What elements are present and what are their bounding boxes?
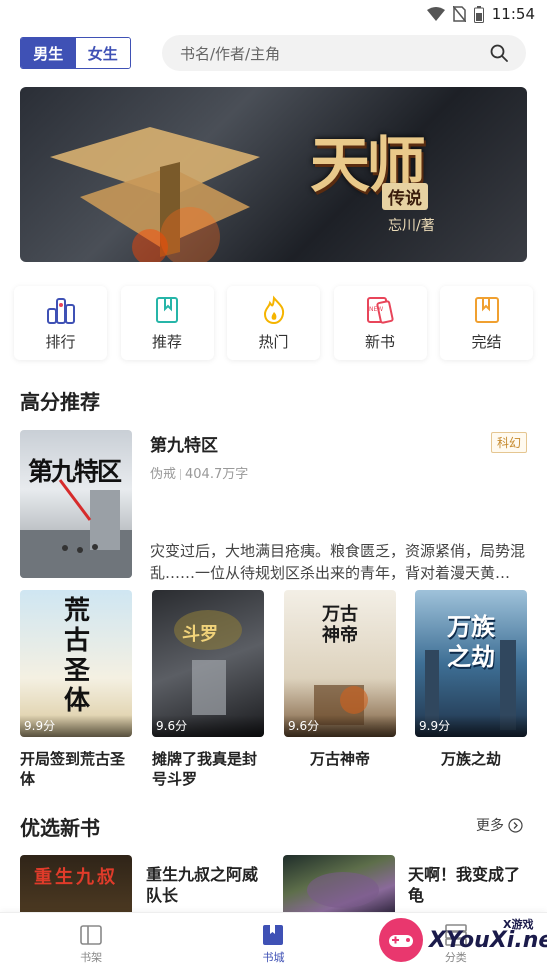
more-label: 更多 — [476, 818, 504, 834]
search-icon[interactable] — [490, 44, 508, 62]
battery-icon — [473, 5, 484, 23]
book-score: 9.6分 — [152, 715, 264, 737]
bookshelf-icon — [80, 924, 102, 945]
book-cover[interactable]: 荒古圣体 9.9分 — [20, 590, 132, 737]
book-cover[interactable]: 斗罗 9.6分 — [152, 590, 264, 737]
featured-book-description: 灾变过后，大地满目疮痍。粮食匮乏，资源紧俏，局势混乱……一位从待规划区杀出来的青… — [150, 542, 526, 582]
new-book-cover[interactable] — [283, 855, 395, 915]
nav-hot[interactable]: 热门 — [227, 286, 320, 360]
book-card[interactable]: 斗罗 9.6分 摊牌了我真是封号斗罗 — [152, 590, 264, 789]
book-card[interactable]: 荒古圣体 9.9分 开局签到荒古圣体 — [20, 590, 132, 789]
search-input[interactable]: 书名/作者/主角 — [162, 35, 526, 71]
new-book-cover-art — [307, 872, 379, 908]
finished-book-icon — [474, 296, 499, 323]
nav-ranking[interactable]: 排行 — [14, 286, 107, 360]
more-link[interactable]: 更多 — [476, 815, 523, 835]
banner-subtitle: 传说 — [382, 183, 428, 210]
featured-word-count: 404.7万字 — [185, 467, 249, 482]
book-card[interactable]: 万族之劫 9.9分 万族之劫 — [415, 590, 527, 769]
new-book-title[interactable]: 重生九叔之阿威队长 — [146, 864, 266, 906]
search-placeholder: 书名/作者/主角 — [180, 44, 281, 63]
book-title[interactable]: 摊牌了我真是封号斗罗 — [152, 749, 264, 789]
book-title[interactable]: 万族之劫 — [415, 749, 527, 769]
nav-finished[interactable]: 完结 — [440, 286, 533, 360]
chevron-right-icon — [508, 817, 523, 833]
bookmark-icon — [156, 296, 178, 323]
nav-finished-label: 完结 — [471, 332, 502, 351]
watermark-text: XYouXi.net — [429, 928, 547, 953]
new-book-cover-title: 重生九叔 — [34, 867, 118, 888]
status-time: 11:54 — [491, 5, 535, 23]
gamepad-logo-icon — [379, 918, 423, 962]
bookstore-icon — [263, 924, 284, 945]
new-book-cover[interactable]: 重生九叔 — [20, 855, 132, 915]
banner-author: 忘川/著 — [388, 218, 435, 234]
nav-ranking-label: 排行 — [45, 332, 76, 351]
nav-new[interactable]: NEW 新书 — [333, 286, 427, 360]
tab-bookshelf[interactable]: 书架 — [0, 913, 182, 974]
book-cover-title: 斗罗 — [182, 624, 218, 645]
book-title[interactable]: 万古神帝 — [284, 749, 396, 769]
nav-recommend[interactable]: 推荐 — [120, 286, 214, 360]
new-book-title[interactable]: 天啊！我变成了龟 — [408, 864, 533, 906]
quick-nav: 排行 推荐 热门 NEW 新书 完结 — [14, 286, 533, 362]
no-sim-icon — [452, 6, 466, 22]
new-book-icon: NEW — [367, 296, 394, 324]
book-score: 9.9分 — [415, 715, 527, 737]
featured-author: 伪戒 — [150, 467, 177, 482]
banner-carousel[interactable]: 天师 传说 忘川/著 — [20, 87, 527, 262]
book-cover[interactable]: 万族之劫 9.9分 — [415, 590, 527, 737]
tab-bookstore-label: 书城 — [262, 950, 285, 964]
banner-book-illustration — [50, 127, 260, 262]
tab-male[interactable]: 男生 — [21, 38, 76, 68]
tab-female[interactable]: 女生 — [75, 38, 130, 68]
status-icons: 11:54 — [426, 5, 535, 23]
nav-recommend-label: 推荐 — [151, 332, 182, 351]
tab-bookshelf-label: 书架 — [80, 950, 103, 964]
book-score: 9.9分 — [20, 715, 132, 737]
featured-book-title[interactable]: 第九特区 — [150, 431, 218, 456]
book-cover-title: 万族之劫 — [447, 613, 495, 671]
section-title-high-score: 高分推荐 — [20, 390, 100, 414]
svg-text:NEW: NEW — [369, 306, 383, 313]
flame-icon — [263, 295, 284, 324]
book-cover[interactable]: 万古神帝 9.6分 — [284, 590, 396, 737]
gender-switch: 男生 女生 — [20, 37, 131, 69]
book-card[interactable]: 万古神帝 9.6分 万古神帝 — [284, 590, 396, 769]
tab-bookstore[interactable]: 书城 — [182, 913, 364, 974]
section-title-new-books: 优选新书 — [20, 816, 100, 840]
site-watermark: X游戏 XYouXi.net — [373, 914, 547, 972]
featured-cover-title: 第九特区 — [28, 457, 122, 486]
book-score: 9.6分 — [284, 715, 396, 737]
book-cover-title: 万古神帝 — [322, 604, 358, 646]
featured-book-meta: 伪戒 404.7万字 — [150, 463, 248, 482]
nav-new-label: 新书 — [364, 332, 395, 351]
meta-divider — [180, 469, 182, 480]
ranking-icon — [46, 297, 75, 324]
genre-tag: 科幻 — [491, 432, 528, 453]
book-cover-title: 荒古圣体 — [63, 596, 90, 716]
status-bar: 11:54 — [0, 0, 547, 30]
wifi-icon — [426, 7, 445, 21]
nav-hot-label: 热门 — [258, 332, 289, 351]
featured-book-cover[interactable]: 第九特区 — [20, 430, 132, 578]
book-title[interactable]: 开局签到荒古圣体 — [20, 749, 132, 789]
